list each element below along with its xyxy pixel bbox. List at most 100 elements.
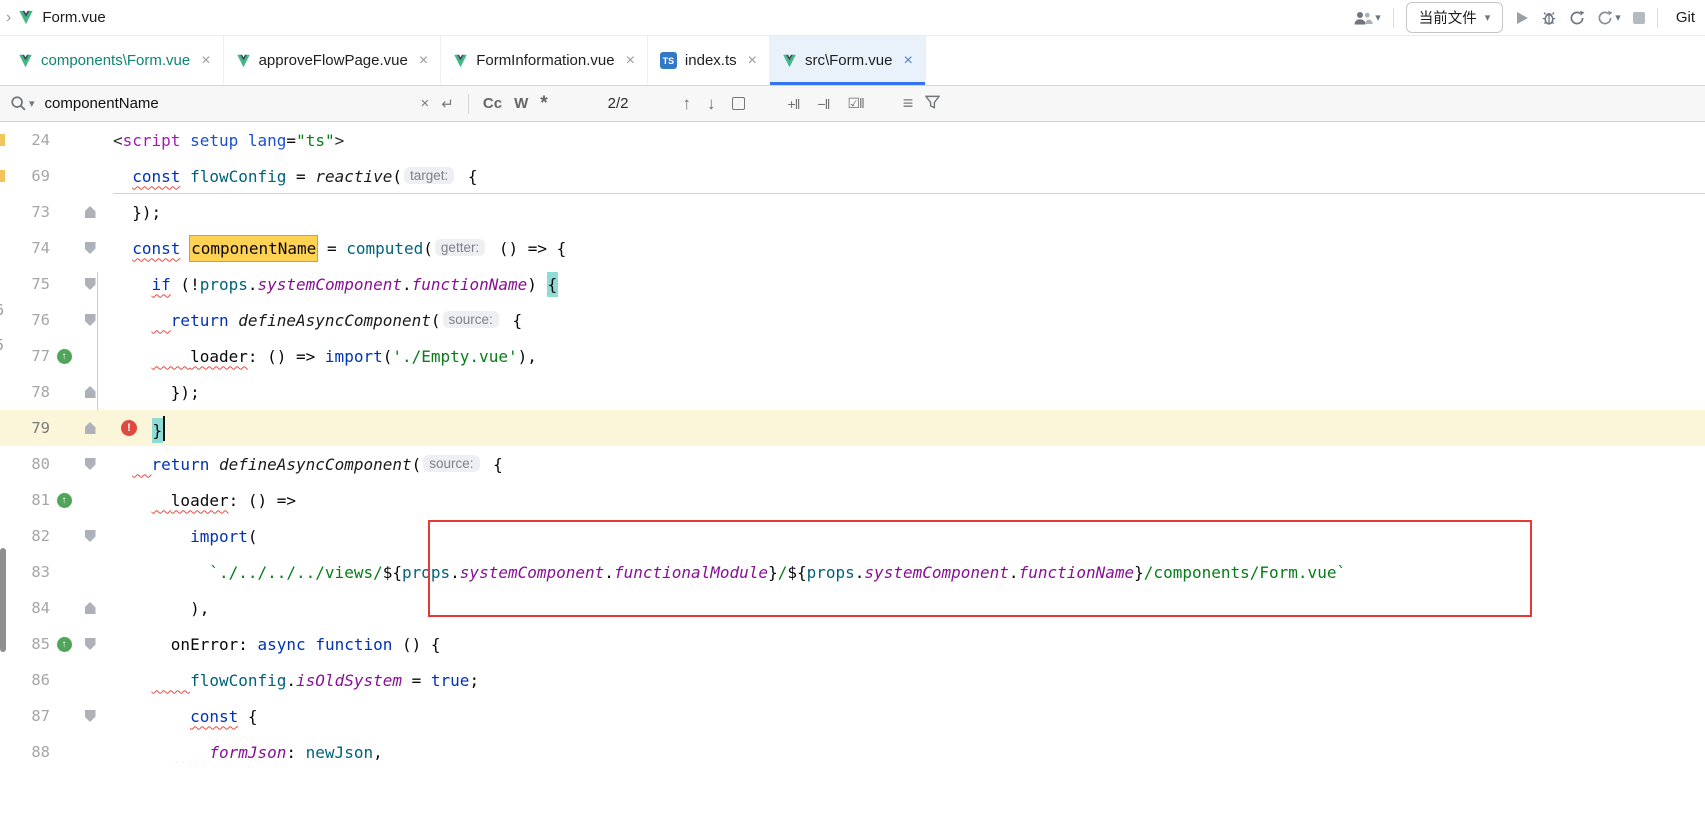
line-number[interactable]: 78 bbox=[0, 383, 50, 401]
gutter[interactable]: 76 bbox=[0, 302, 113, 338]
code-line-76[interactable]: 76 return defineAsyncComponent(source: { bbox=[0, 302, 1705, 338]
update-project-button[interactable] bbox=[1569, 10, 1585, 26]
match-case-toggle[interactable]: Cc bbox=[477, 94, 508, 113]
line-number[interactable]: 83 bbox=[0, 563, 50, 581]
line-number[interactable]: 69 bbox=[0, 167, 50, 185]
clear-search-icon[interactable]: × bbox=[415, 94, 436, 113]
fold-collapse-icon[interactable] bbox=[85, 530, 96, 542]
code-line-82[interactable]: 82 import( bbox=[0, 518, 1705, 554]
gutter[interactable]: 73 bbox=[0, 194, 113, 230]
stop-button[interactable] bbox=[1633, 12, 1645, 24]
newline-icon[interactable]: ↵ bbox=[435, 94, 460, 114]
line-number[interactable]: 74 bbox=[0, 239, 50, 257]
code-line-80[interactable]: 80 return defineAsyncComponent(source: { bbox=[0, 446, 1705, 482]
tab-approveflowpage-vue[interactable]: approveFlowPage.vue× bbox=[224, 36, 442, 85]
code-line-83[interactable]: 83 `./../../../views/${props.systemCompo… bbox=[0, 554, 1705, 590]
gutter[interactable]: 77 ↑ bbox=[0, 338, 113, 374]
code-line-75[interactable]: 75 if (!props.systemComponent.functionNa… bbox=[0, 266, 1705, 302]
line-number[interactable]: 75 bbox=[0, 275, 50, 293]
line-number[interactable]: 87 bbox=[0, 707, 50, 725]
line-number[interactable]: 81 bbox=[0, 491, 50, 509]
open-in-find-window-icon[interactable] bbox=[732, 97, 745, 110]
code-line-88[interactable]: 88 formJson: newJson, bbox=[0, 734, 1705, 770]
gutter-green-icon[interactable]: ↑ bbox=[57, 493, 72, 508]
fold-collapse-icon[interactable] bbox=[85, 638, 96, 650]
fold-end-icon[interactable] bbox=[85, 602, 96, 614]
whole-words-toggle[interactable]: W bbox=[508, 94, 534, 113]
collaboration-users-icon[interactable]: ▾ bbox=[1353, 10, 1381, 26]
gutter[interactable]: 81 ↑ bbox=[0, 482, 113, 518]
gutter[interactable]: 84 bbox=[0, 590, 113, 626]
gutter[interactable]: 85 ↑ bbox=[0, 626, 113, 662]
gutter[interactable]: 88 bbox=[0, 734, 113, 770]
gutter[interactable]: 79 bbox=[0, 410, 113, 446]
line-number[interactable]: 85 bbox=[0, 635, 50, 653]
search-input[interactable] bbox=[43, 94, 415, 113]
tab-index-ts[interactable]: TSindex.ts× bbox=[648, 36, 770, 85]
code-line-85[interactable]: 85↑ onError: async function () { bbox=[0, 626, 1705, 662]
gutter[interactable]: 74 bbox=[0, 230, 113, 266]
tab-close-icon[interactable]: × bbox=[419, 52, 428, 70]
fold-end-icon[interactable] bbox=[85, 422, 96, 434]
view-options-icon[interactable]: ≡ bbox=[897, 92, 920, 115]
line-number[interactable]: 88 bbox=[0, 743, 50, 761]
rerun-button[interactable]: ▾ bbox=[1597, 10, 1621, 26]
code-line-86[interactable]: 86 flowConfig.isOldSystem = true; bbox=[0, 662, 1705, 698]
previous-occurrence-icon[interactable]: ↑ bbox=[675, 94, 700, 114]
fold-end-icon[interactable] bbox=[85, 386, 96, 398]
line-number[interactable]: 24 bbox=[0, 131, 50, 149]
search-icon[interactable]: ▾ bbox=[10, 95, 35, 112]
code-line-24[interactable]: 24<script setup lang="ts"> bbox=[0, 122, 1705, 158]
gutter[interactable]: 78 bbox=[0, 374, 113, 410]
add-occurrence-icon[interactable]: +‖ bbox=[779, 96, 809, 112]
line-number[interactable]: 82 bbox=[0, 527, 50, 545]
tab-close-icon[interactable]: × bbox=[201, 52, 210, 70]
error-icon[interactable]: ! bbox=[121, 420, 137, 436]
gutter[interactable]: 24 bbox=[0, 122, 113, 158]
code-line-78[interactable]: 78 }); bbox=[0, 374, 1705, 410]
code-line-69[interactable]: 69 const flowConfig = reactive(target: { bbox=[0, 158, 1705, 194]
run-config-combo[interactable]: 当前文件 ▾ bbox=[1406, 2, 1504, 33]
tab-components-form-vue[interactable]: components\Form.vue× bbox=[6, 36, 224, 85]
line-number[interactable]: 84 bbox=[0, 599, 50, 617]
remove-occurrence-icon[interactable]: −‖ bbox=[808, 96, 838, 112]
code-line-87[interactable]: 87 const { bbox=[0, 698, 1705, 734]
fold-collapse-icon[interactable] bbox=[85, 242, 96, 254]
gutter[interactable]: 86 bbox=[0, 662, 113, 698]
line-number[interactable]: 79 bbox=[0, 419, 50, 437]
fold-collapse-icon[interactable] bbox=[85, 710, 96, 722]
tab-close-icon[interactable]: × bbox=[626, 52, 635, 70]
gutter[interactable]: 75 bbox=[0, 266, 113, 302]
debug-bug-icon[interactable] bbox=[1541, 10, 1557, 26]
code-line-81[interactable]: 81↑ loader: () => bbox=[0, 482, 1705, 518]
code-line-77[interactable]: 77↑ loader: () => import('./Empty.vue'), bbox=[0, 338, 1705, 374]
gutter[interactable]: 69 bbox=[0, 158, 113, 194]
gutter[interactable]: 80 bbox=[0, 446, 113, 482]
gutter-green-icon[interactable]: ↑ bbox=[57, 349, 72, 364]
next-occurrence-icon[interactable]: ↓ bbox=[699, 94, 724, 114]
gutter[interactable]: 87 bbox=[0, 698, 113, 734]
line-number[interactable]: 73 bbox=[0, 203, 50, 221]
select-all-occurrences-icon[interactable]: ☑‖ bbox=[838, 95, 872, 112]
gutter[interactable]: 83 bbox=[0, 554, 113, 590]
code-line-84[interactable]: 84 ), bbox=[0, 590, 1705, 626]
code-line-73[interactable]: 73 }); bbox=[0, 194, 1705, 230]
fold-collapse-icon[interactable] bbox=[85, 458, 96, 470]
fold-collapse-icon[interactable] bbox=[85, 278, 96, 290]
gutter-green-icon[interactable]: ↑ bbox=[57, 637, 72, 652]
gutter[interactable]: 82 bbox=[0, 518, 113, 554]
code-editor[interactable]: 24<script setup lang="ts">69 const flowC… bbox=[0, 122, 1705, 820]
tab-close-icon[interactable]: × bbox=[748, 52, 757, 70]
filter-icon[interactable] bbox=[919, 94, 946, 114]
git-widget[interactable]: Git bbox=[1676, 9, 1695, 26]
line-number[interactable]: 86 bbox=[0, 671, 50, 689]
code-line-74[interactable]: 74 const componentName = computed(getter… bbox=[0, 230, 1705, 266]
line-number[interactable]: 76 bbox=[0, 311, 50, 329]
tab-src-form-vue[interactable]: src\Form.vue× bbox=[770, 36, 926, 85]
fold-end-icon[interactable] bbox=[85, 206, 96, 218]
line-number[interactable]: 80 bbox=[0, 455, 50, 473]
line-number[interactable]: 77 bbox=[0, 347, 50, 365]
tab-close-icon[interactable]: × bbox=[903, 52, 912, 70]
code-line-79[interactable]: 79! } bbox=[0, 410, 1705, 446]
tab-forminformation-vue[interactable]: FormInformation.vue× bbox=[441, 36, 648, 85]
